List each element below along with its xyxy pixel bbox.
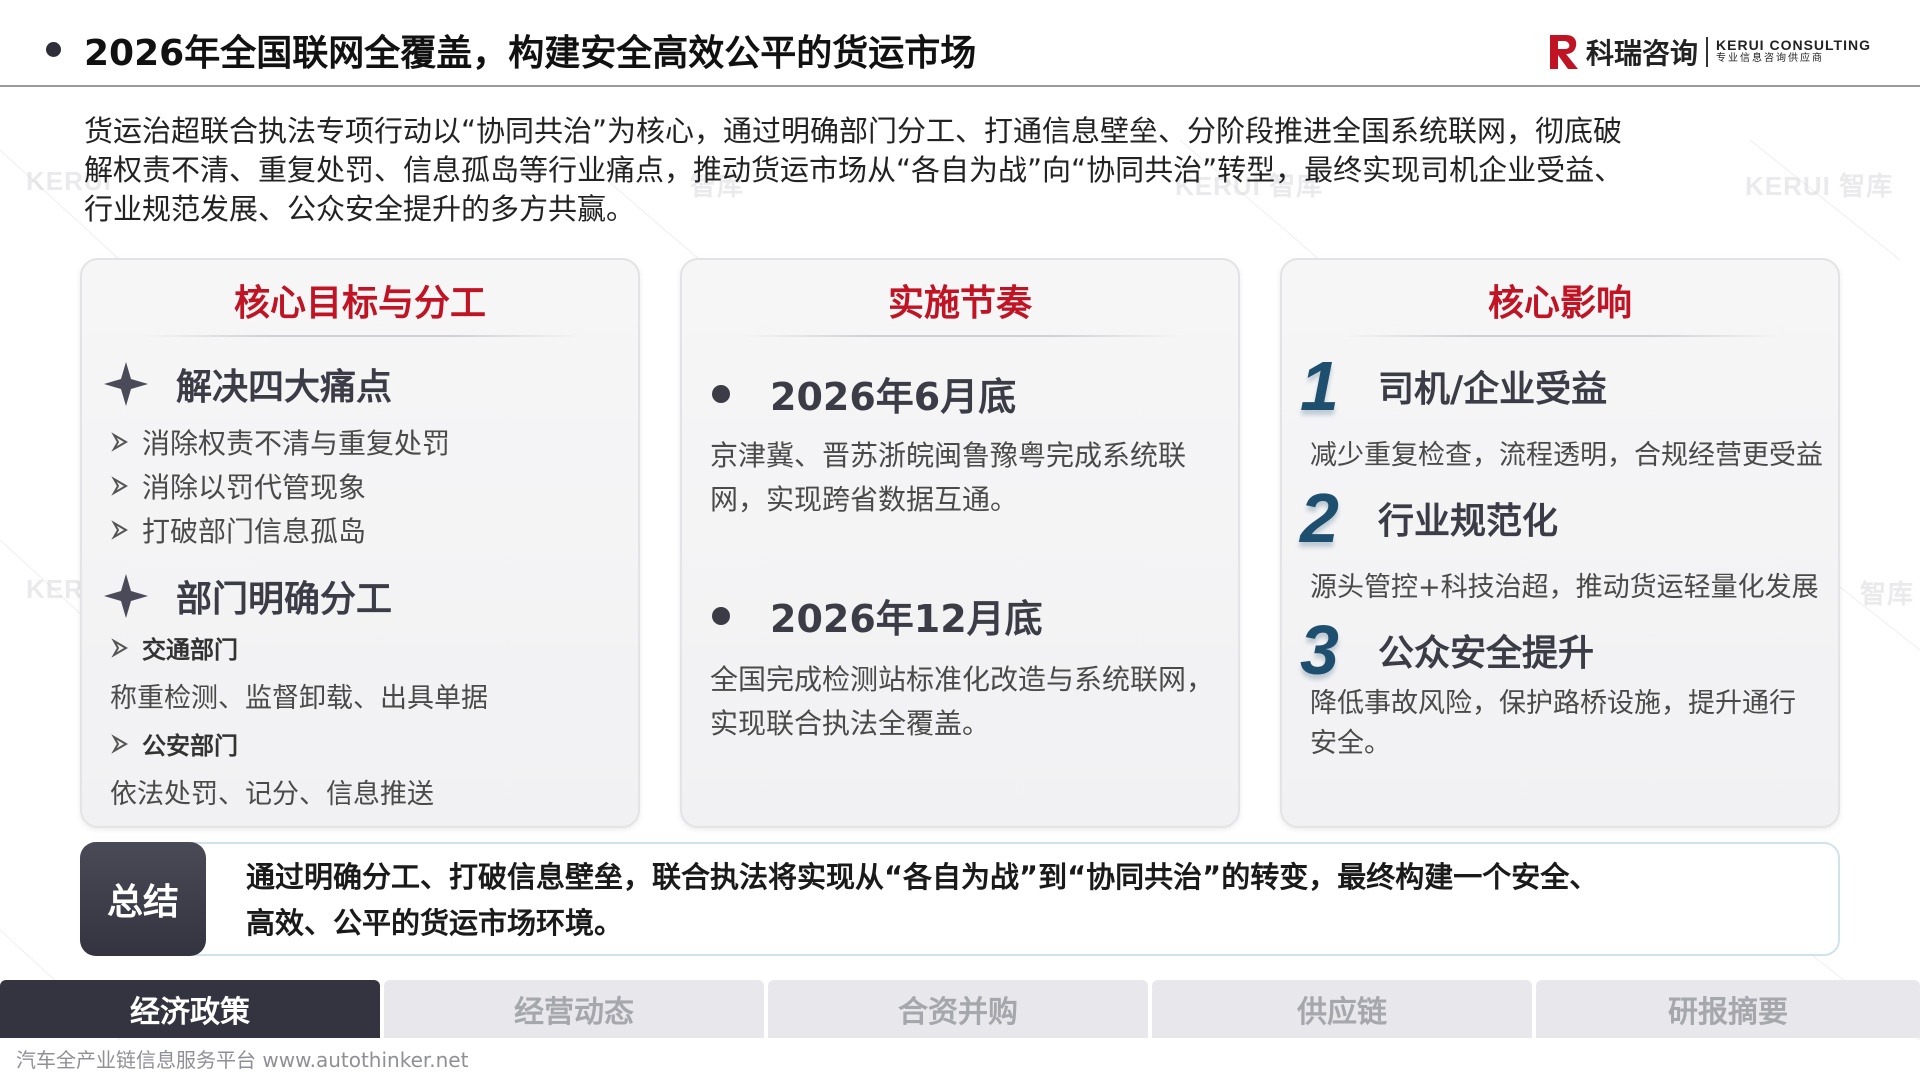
impact-number: 1	[1300, 347, 1339, 425]
impact-desc: 减少重复检查，流程透明，合规经营更受益	[1310, 436, 1830, 476]
tab-business-news[interactable]: 经营动态	[384, 980, 764, 1038]
sub-head-text: 交通部门	[142, 636, 238, 664]
pain-points-list: 消除权责不清与重复处罚 消除以罚代管现象 打破部门信息孤岛	[110, 420, 450, 552]
list-item: 消除以罚代管现象	[110, 464, 450, 508]
timeline-desc: 全国完成检测站标准化改造与系统联网， 实现联合执法全覆盖。	[710, 658, 1220, 746]
timeline-item-head: 2026年12月底	[712, 588, 1043, 643]
list-item: 打破部门信息孤岛	[110, 508, 450, 552]
arrow-right-icon	[111, 432, 128, 452]
impact-desc-line: 降低事故风险，保护路桥设施，提升通行	[1310, 688, 1796, 719]
card-title: 核心影响	[1487, 283, 1632, 324]
impact-title: 司机/企业受益	[1378, 369, 1608, 410]
card-title: 核心目标与分工	[233, 283, 486, 324]
four-point-star-icon	[104, 574, 148, 618]
card-divider	[1342, 335, 1782, 337]
sub-head-transport: 交通部门	[110, 630, 238, 665]
summary-label: 总结	[80, 842, 206, 956]
impact-item-head: 3 公众安全提升	[1300, 611, 1595, 689]
timeline-date: 2026年12月底	[770, 597, 1043, 641]
impact-title: 公众安全提升	[1378, 633, 1595, 674]
card-timeline: 实施节奏 2026年6月底 京津冀、晋苏浙皖闽鲁豫粤完成系统联 网，实现跨省数据…	[680, 258, 1240, 828]
timeline-desc-line: 网，实现跨省数据互通。	[710, 483, 1019, 516]
sub-text: 依法处罚、记分、信息推送	[110, 779, 434, 810]
timeline-date: 2026年6月底	[770, 375, 1017, 419]
impact-title: 行业规范化	[1378, 501, 1559, 542]
section-title: 部门明确分工	[176, 579, 393, 620]
logo-en: KERUI CONSULTING 专业信息咨询供应商	[1716, 38, 1871, 66]
footer-text: 汽车全产业链信息服务平台 www.autothinker.net	[16, 1048, 469, 1072]
sub-head-text: 公安部门	[142, 732, 238, 760]
timeline-desc: 京津冀、晋苏浙皖闽鲁豫粤完成系统联 网，实现跨省数据互通。	[710, 434, 1220, 522]
impact-desc-line: 减少重复检查，流程透明，合规经营更受益	[1310, 440, 1823, 471]
timeline-item-head: 2026年6月底	[712, 366, 1016, 421]
kerui-logo-icon	[1550, 35, 1578, 69]
logo-en-line2: 专业信息咨询供应商	[1716, 53, 1825, 64]
arrow-right-icon	[111, 637, 128, 658]
impact-item-head: 2 行业规范化	[1300, 479, 1559, 557]
summary-line: 通过明确分工、打破信息壁垒，联合执法将实现从“各自为战”到“协同共治”的转变，最…	[246, 860, 1599, 894]
four-point-star-icon	[104, 362, 148, 406]
timeline-desc-line: 全国完成检测站标准化改造与系统联网，	[710, 663, 1215, 696]
summary-box: 总结 通过明确分工、打破信息壁垒，联合执法将实现从“各自为战”到“协同共治”的转…	[80, 842, 1840, 956]
section-title: 解决四大痛点	[176, 367, 393, 408]
summary-text: 通过明确分工、打破信息壁垒，联合执法将实现从“各自为战”到“协同共治”的转变，最…	[246, 854, 1806, 946]
impact-number: 3	[1300, 611, 1339, 689]
intro-line: 货运治超联合执法专项行动以“协同共治”为核心，通过明确部门分工、打通信息壁垒、分…	[84, 114, 1623, 148]
card-core-impact: 核心影响 1 司机/企业受益 减少重复检查，流程透明，合规经营更受益 2 行业规…	[1280, 258, 1840, 828]
arrow-right-icon	[111, 733, 128, 754]
arrow-right-icon	[111, 476, 128, 496]
impact-item-head: 1 司机/企业受益	[1300, 347, 1608, 425]
intro-line: 行业规范发展、公众安全提升的多方共赢。	[84, 192, 636, 226]
bullet-dot-icon	[712, 606, 730, 625]
logo-en-line1: KERUI CONSULTING	[1716, 37, 1871, 53]
title-bullet	[46, 42, 61, 57]
page-title: 2026年全国联网全覆盖，构建安全高效公平的货运市场	[84, 33, 977, 74]
tab-economic-policy[interactable]: 经济政策	[0, 980, 380, 1038]
section-pain-points: 解决四大痛点	[102, 358, 392, 410]
impact-desc: 降低事故风险，保护路桥设施，提升通行 安全。	[1310, 684, 1830, 764]
list-item: 消除权责不清与重复处罚	[110, 420, 450, 464]
list-item-text: 打破部门信息孤岛	[142, 515, 367, 548]
tab-mergers[interactable]: 合资并购	[768, 980, 1148, 1038]
impact-desc: 源头管控+科技治超，推动货运轻量化发展	[1310, 568, 1830, 608]
timeline-desc-line: 实现联合执法全覆盖。	[710, 707, 991, 740]
bottom-nav: 经济政策 经营动态 合资并购 供应链 研报摘要	[0, 980, 1920, 1038]
header-divider	[0, 85, 1920, 87]
logo-separator	[1706, 37, 1709, 67]
card-divider	[742, 335, 1182, 337]
card-divider	[142, 335, 582, 337]
bullet-dot-icon	[712, 384, 730, 403]
impact-desc-line: 安全。	[1310, 728, 1391, 759]
impact-number: 2	[1300, 479, 1339, 557]
kerui-logo: 科瑞咨询 KERUI CONSULTING 专业信息咨询供应商	[1548, 30, 1871, 74]
arrow-right-icon	[111, 520, 128, 540]
timeline-desc-line: 京津冀、晋苏浙皖闽鲁豫粤完成系统联	[710, 439, 1187, 472]
list-item-text: 消除以罚代管现象	[142, 471, 367, 504]
watermark-text: 智库	[1860, 579, 1915, 609]
intro-paragraph: 货运治超联合执法专项行动以“协同共治”为核心，通过明确部门分工、打通信息壁垒、分…	[84, 112, 1844, 229]
card-core-goals: 核心目标与分工 解决四大痛点 消除权责不清与重复处罚 消除以罚代管现象 打破部门…	[80, 258, 640, 828]
impact-desc-line: 源头管控+科技治超，推动货运轻量化发展	[1310, 572, 1819, 603]
tab-research-digest[interactable]: 研报摘要	[1536, 980, 1920, 1038]
logo-cn-text: 科瑞咨询	[1586, 37, 1699, 70]
sub-text: 称重检测、监督卸载、出具单据	[110, 683, 488, 714]
summary-line: 高效、公平的货运市场环境。	[246, 906, 624, 940]
section-division: 部门明确分工	[102, 570, 392, 622]
page-header: 2026年全国联网全覆盖，构建安全高效公平的货运市场 科瑞咨询 KERUI CO…	[0, 0, 1920, 87]
list-item-text: 消除权责不清与重复处罚	[142, 427, 451, 460]
tab-supply-chain[interactable]: 供应链	[1152, 980, 1532, 1038]
card-title: 实施节奏	[887, 283, 1032, 324]
intro-line: 解权责不清、重复处罚、信息孤岛等行业痛点，推动货运市场从“各自为战”向“协同共治…	[84, 153, 1624, 187]
sub-head-police: 公安部门	[110, 726, 238, 761]
